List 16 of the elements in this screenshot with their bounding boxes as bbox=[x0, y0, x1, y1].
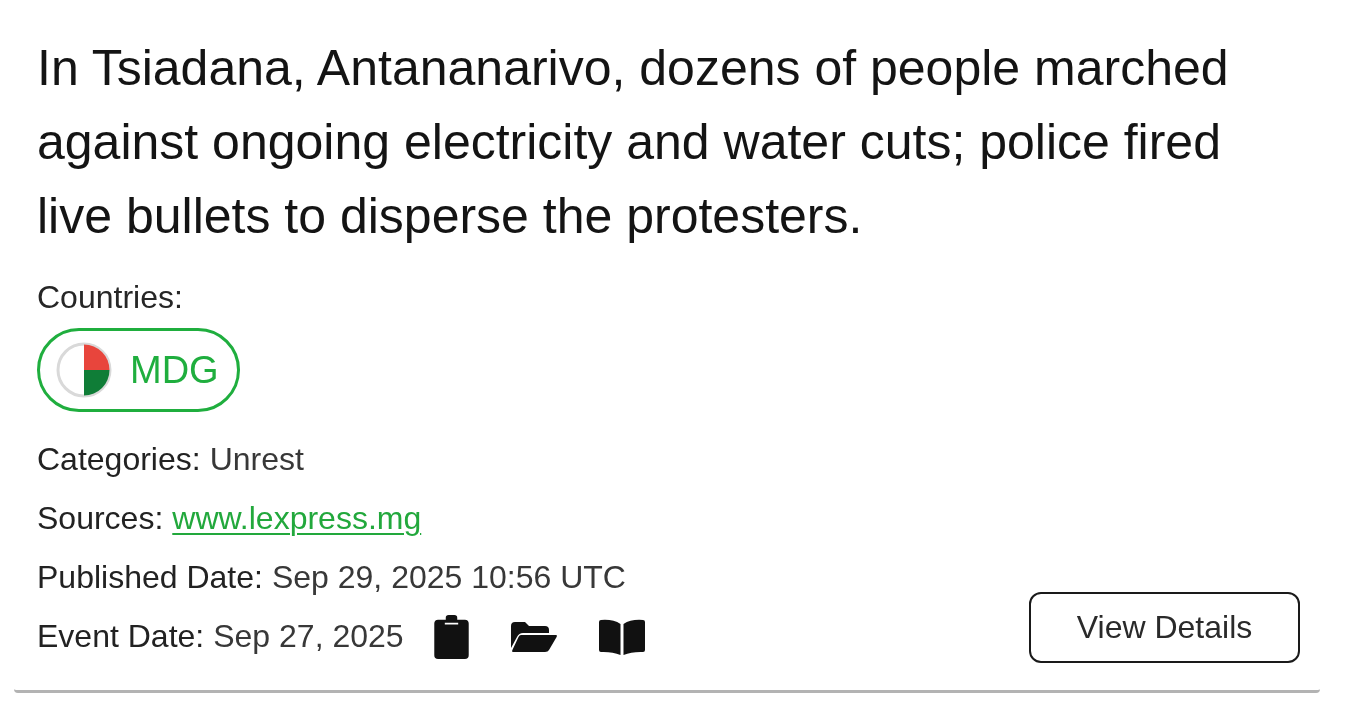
clipboard-icon[interactable] bbox=[433, 614, 469, 659]
countries-label: Countries: bbox=[37, 278, 184, 317]
flag-icon bbox=[56, 342, 112, 398]
field-value: Sep 29, 2025 10:56 UTC bbox=[271, 559, 626, 596]
view-details-button[interactable]: View Details bbox=[1029, 592, 1300, 663]
field-label: Published Date: bbox=[37, 559, 263, 596]
source-link[interactable]: www.lexpress.mg bbox=[172, 500, 422, 537]
event-summary: In Tsiadana, Antananarivo, dozens of people marched against ongoing electricity and water cuts; police fired live bullets to disperse the protesters. bbox=[37, 39, 1230, 246]
field-label: Categories: bbox=[37, 441, 201, 478]
open-book-icon[interactable] bbox=[598, 618, 645, 655]
field-value: Sep 27, 2025 bbox=[213, 618, 404, 655]
field-value: Unrest bbox=[209, 441, 304, 478]
field-label: Sources: bbox=[37, 500, 164, 537]
field-label: Event Date: bbox=[37, 618, 205, 655]
open-folder-icon[interactable] bbox=[510, 621, 557, 652]
country-chip[interactable]: MDG bbox=[37, 328, 240, 412]
